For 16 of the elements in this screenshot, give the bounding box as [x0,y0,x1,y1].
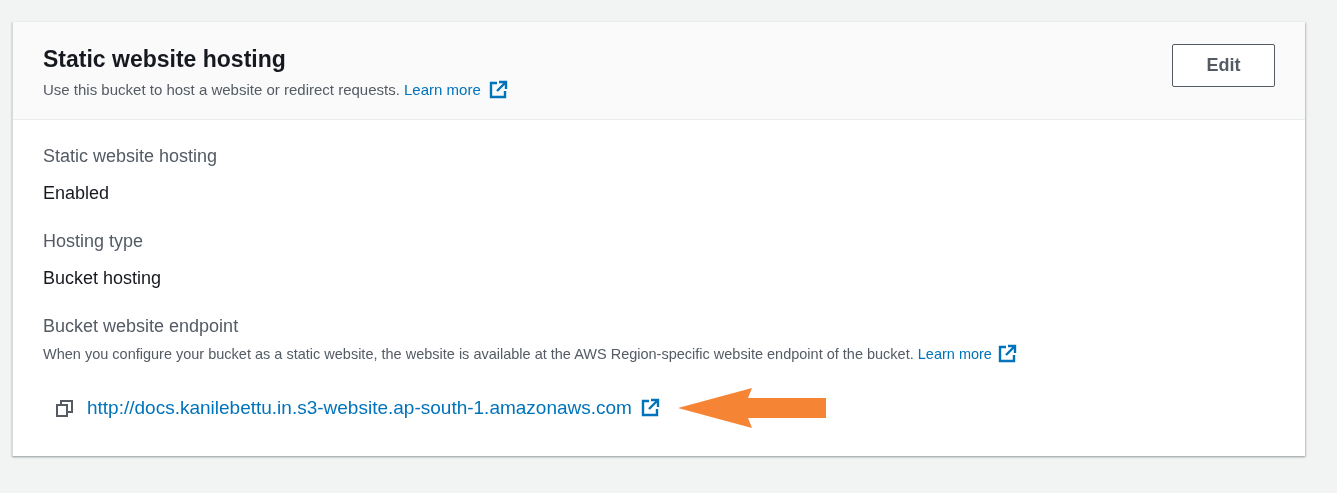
panel-description: Use this bucket to host a website or redirect requests. Learn more [43,80,508,100]
copy-icon[interactable] [55,398,75,418]
field-label: Static website hosting [43,145,219,168]
endpoint-link[interactable]: http://docs.kanilebettu.in.s3-website.ap-south-1.amazonaws.com [87,393,660,423]
panel-title: Static website hosting [43,45,287,74]
learn-more-link[interactable]: Learn more [404,80,508,100]
external-link-icon [487,80,508,100]
field-label: Hosting type [43,230,145,253]
external-link-icon [639,398,660,418]
field-description: When you configure your bucket as a static website, the website is available at the AWS Region-specific website endpoint of the bucket. Learn more [43,344,1275,364]
field-value: Enabled [43,182,111,205]
learn-more-link[interactable]: Learn more [917,344,1017,364]
edit-button[interactable]: Edit [1172,44,1275,87]
external-link-icon [996,344,1017,364]
field-value: Bucket hosting [43,267,163,290]
field-label: Bucket website endpoint [43,315,240,338]
